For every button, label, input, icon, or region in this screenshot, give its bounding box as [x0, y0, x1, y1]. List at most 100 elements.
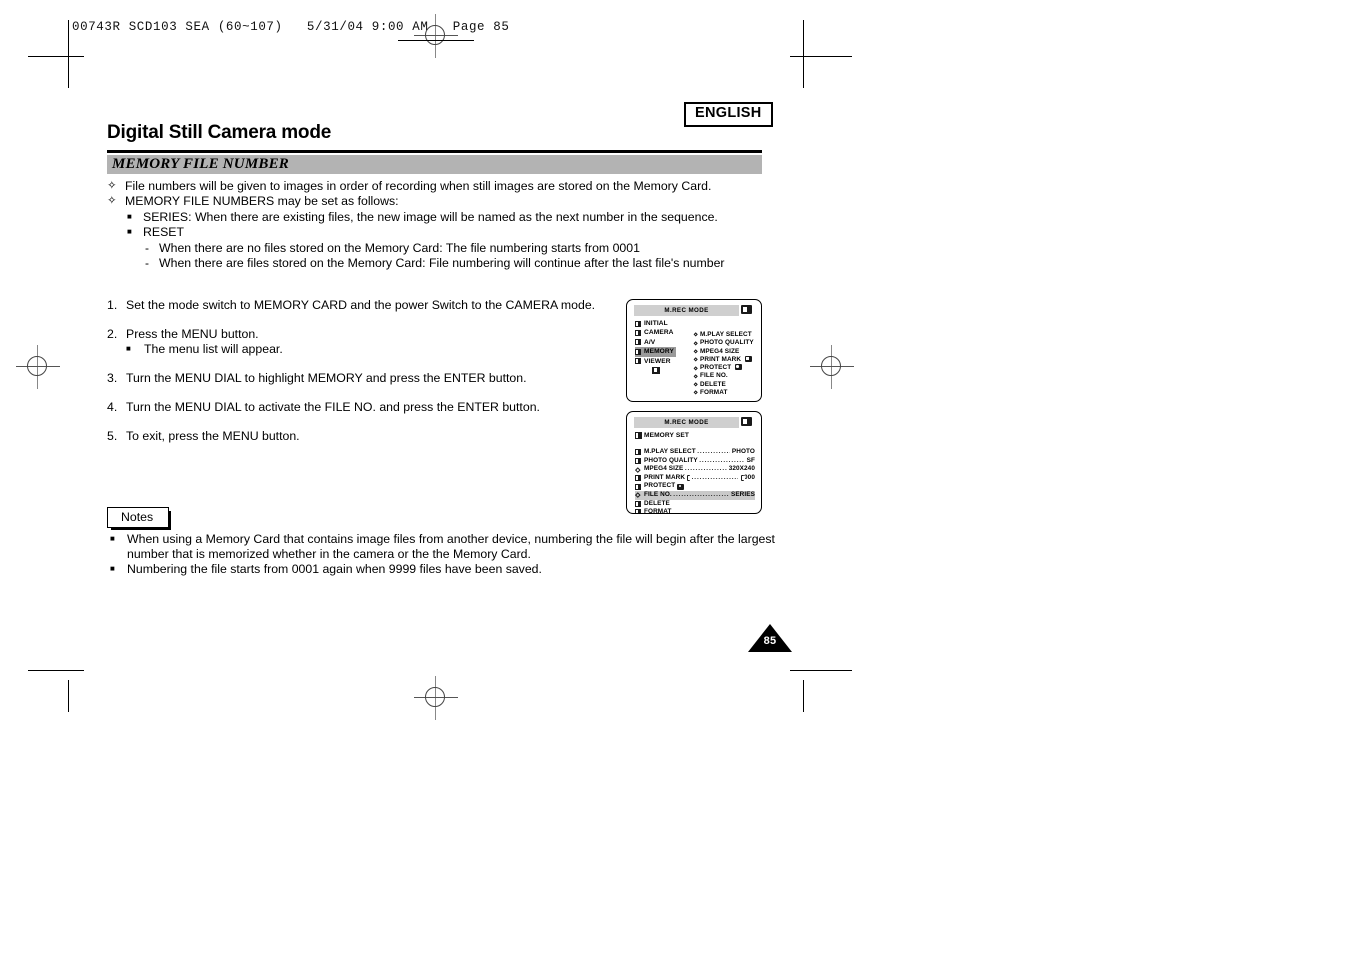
title-rule — [107, 150, 762, 153]
notes-tab-label: Notes — [107, 507, 172, 531]
lcd-menu-item-label: VIEWER — [644, 357, 671, 365]
leader-dots: ........................................ — [699, 456, 745, 464]
menu-card-icon — [635, 483, 641, 490]
lcd-set-row-label: MPEG4 SIZE — [644, 465, 684, 473]
lcd-set-row-label: FILE NO. — [644, 490, 672, 498]
diamond-bullet-icon — [692, 374, 698, 379]
step-text: To exit, press the MENU button. — [126, 429, 300, 443]
dash-bullet-icon: - — [145, 255, 149, 270]
lcd-set-row-protect: PROTECT .......... — [635, 482, 755, 491]
lcd-submenu-item-mpeg4-size: MPEG4 SIZE — [692, 347, 754, 356]
lcd-submenu-item-delete: DELETE — [692, 380, 754, 389]
step-number: 2. — [107, 327, 118, 341]
page-number-badge: 85 — [748, 624, 792, 652]
lcd-set-row-mplay-select: M.PLAY SELECT ..........................… — [635, 448, 755, 457]
lcd-set-row-value: 000 — [744, 473, 755, 481]
lock-icon — [735, 364, 743, 371]
step-number: 5. — [107, 429, 118, 443]
lcd-screenshot-menu: M.REC MODE INITIAL CAMERA A/V MEMORY VIE… — [626, 299, 762, 402]
square-bullet-icon: ■ — [127, 227, 132, 237]
lcd-screenshot-memory-set: M.REC MODE MEMORY SET M.PLAY SELECT ....… — [626, 411, 762, 514]
menu-card-icon-extra — [652, 366, 660, 374]
menu-card-icon — [635, 475, 641, 482]
lcd-set-row-value: PHOTO — [731, 448, 755, 455]
note-text-line1: When using a Memory Card that contains i… — [127, 532, 775, 546]
lcd-submenu-item-label: PRINT MARK — [700, 355, 742, 363]
lcd-submenu-item-print-mark: PRINT MARK — [692, 355, 754, 364]
diamond-bullet-icon — [692, 349, 698, 355]
dash-bullet-icon: - — [145, 240, 149, 255]
note-item: ■ When using a Memory Card that contains… — [107, 532, 787, 547]
step-number: 4. — [107, 400, 118, 414]
step-text: Turn the MENU DIAL to highlight MEMORY a… — [126, 371, 527, 385]
bullet-item: ■ RESET — [107, 225, 787, 240]
document-page: ENGLISH Digital Still Camera mode MEMORY… — [0, 0, 1351, 954]
bullet-text: SERIES: When there are existing files, t… — [143, 209, 718, 224]
square-bullet-icon: ■ — [110, 534, 115, 543]
lcd-menu-right-column: M.PLAY SELECT PHOTO QUALITY MPEG4 SIZE P… — [692, 331, 754, 397]
lcd-submenu-item-label: FILE NO. — [700, 372, 728, 380]
lcd-submenu-item-file-no: FILE NO. — [692, 372, 754, 380]
lcd-menu-item-label: A/V — [644, 338, 656, 346]
lcd-set-row-delete: DELETE .......... — [635, 500, 755, 509]
step-sub-note: ■ The menu list will appear. — [107, 342, 627, 357]
page-title: Digital Still Camera mode — [107, 122, 332, 143]
menu-card-icon — [635, 449, 641, 456]
bullet-text: File numbers will be given to images in … — [125, 179, 712, 193]
intro-bullet-list: ✧ File numbers will be given to images i… — [107, 179, 787, 271]
lcd-submenu-item-label: PHOTO QUALITY — [700, 339, 754, 347]
step-text: Turn the MENU DIAL to activate the FILE … — [126, 400, 540, 414]
lcd-set-row-print-mark: PRINT MARK .............................… — [635, 474, 755, 483]
diamond-bullet-icon — [635, 492, 641, 498]
diamond-bullet-icon — [692, 390, 698, 396]
bullet-text: RESET — [143, 225, 184, 240]
menu-card-icon — [635, 509, 641, 513]
menu-card-icon — [635, 348, 641, 355]
bullet-item: ✧ MEMORY FILE NUMBERS may be set as foll… — [107, 194, 787, 209]
lcd-submenu-item-label: FORMAT — [700, 389, 728, 397]
lcd-set-heading: MEMORY SET — [635, 431, 689, 440]
diamond-bullet-icon — [692, 382, 698, 388]
lcd-menu-item-label: MEMORY — [644, 348, 675, 356]
lcd-menu-titlebar: M.REC MODE — [634, 305, 739, 316]
lcd-submenu-item-label: M.PLAY SELECT — [700, 331, 752, 338]
lcd-set-row-label: FORMAT — [644, 508, 672, 514]
lcd-menu-item-label: CAMERA — [644, 329, 674, 337]
lcd-submenu-item-label: MPEG4 SIZE — [700, 347, 740, 355]
lcd-submenu-item-label: DELETE — [700, 380, 726, 388]
bullet-text: When there are no files stored on the Me… — [159, 240, 640, 255]
bullet-item: - When there are files stored on the Mem… — [107, 256, 787, 271]
lcd-set-row-label: PROTECT — [644, 482, 676, 490]
lcd-menu-item-memory: MEMORY — [635, 347, 677, 357]
lcd-menu-item-av: A/V — [635, 338, 676, 347]
step-number: 3. — [107, 371, 118, 385]
page-number-text: 85 — [763, 635, 777, 647]
section-title: MEMORY FILE NUMBER — [112, 156, 289, 172]
diamond-bullet-icon — [692, 332, 698, 338]
lcd-set-row-format: FORMAT .......... — [635, 508, 755, 514]
step-number: 1. — [107, 298, 118, 312]
lcd-menu-title: M.REC MODE — [664, 307, 709, 314]
step-text: Press the MENU button. — [126, 327, 259, 341]
lcd-set-row-label: M.PLAY SELECT — [644, 448, 696, 455]
diamond-bullet-icon — [692, 365, 698, 371]
bullet-item: ■ SERIES: When there are existing files,… — [107, 210, 787, 225]
memory-card-icon — [741, 417, 752, 426]
square-bullet-icon: ■ — [126, 344, 131, 353]
lcd-set-row-value: 320X240 — [728, 465, 755, 473]
lcd-set-heading-label: MEMORY SET — [644, 432, 689, 439]
lcd-set-row-photo-quality: PHOTO QUALITY ..........................… — [635, 457, 755, 466]
bullet-text: When there are files stored on the Memor… — [159, 255, 725, 270]
lcd-menu-left-column: INITIAL CAMERA A/V MEMORY VIEWER — [635, 319, 677, 374]
lcd-submenu-item-mplay-select: M.PLAY SELECT — [692, 331, 754, 339]
notes-list: ■ When using a Memory Card that contains… — [107, 532, 787, 576]
menu-card-icon — [635, 457, 641, 464]
diamond-bullet-icon — [692, 357, 698, 363]
square-bullet-icon: ■ — [127, 211, 132, 221]
note-text-line2: number that is memorized whether in the … — [127, 546, 531, 561]
step-sub-note-text: The menu list will appear. — [144, 342, 283, 356]
lcd-set-row-list: M.PLAY SELECT ..........................… — [635, 448, 755, 514]
lcd-set-row-label: PRINT MARK — [644, 473, 686, 481]
lcd-submenu-item-photo-quality: PHOTO QUALITY — [692, 339, 754, 347]
lcd-set-title: M.REC MODE — [664, 419, 709, 426]
